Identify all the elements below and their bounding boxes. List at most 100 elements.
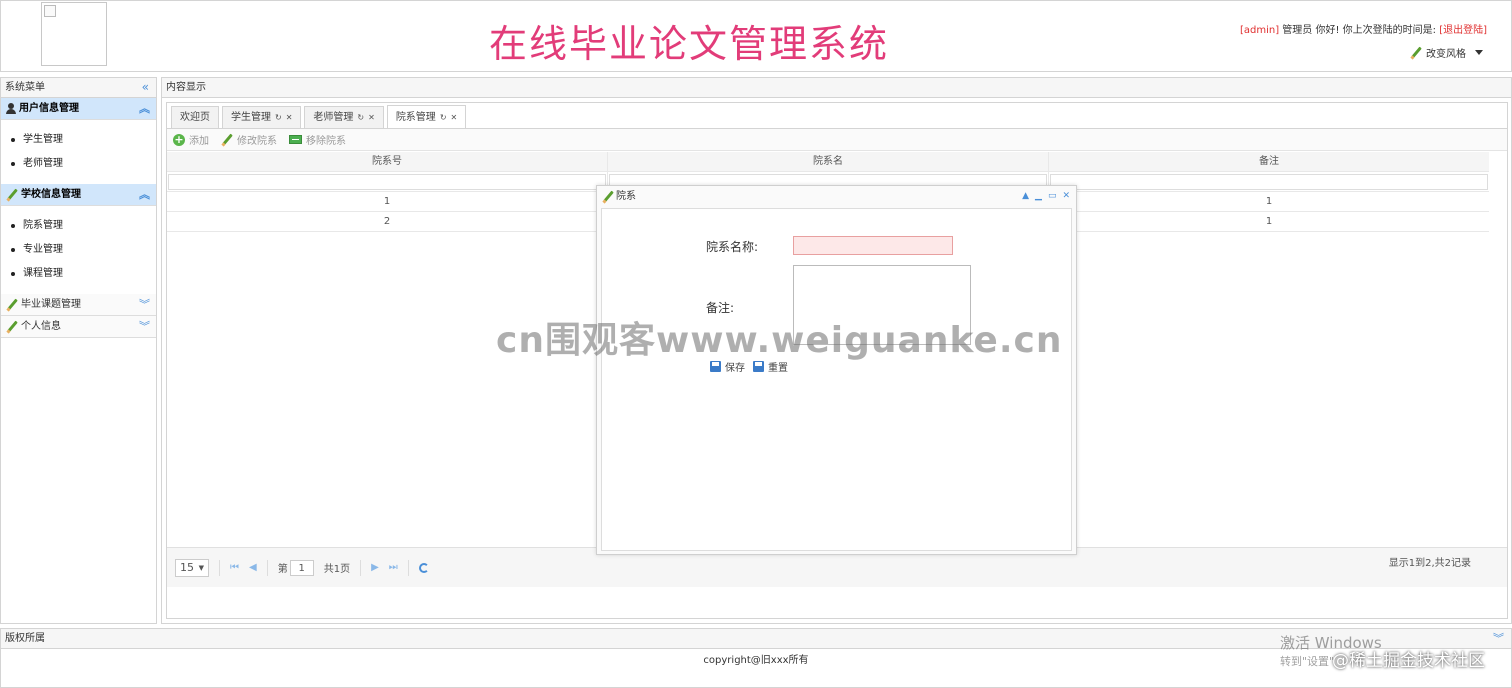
pencil-icon bbox=[6, 321, 18, 333]
header: 在线毕业论文管理系统 [admin] 管理员 你好! 你上次登陆的时间是: [退… bbox=[0, 0, 1512, 72]
dialog-titlebar[interactable]: 院系 ▲ ▁ ▭ ✕ bbox=[597, 186, 1076, 207]
refresh-icon[interactable]: ↻ bbox=[275, 107, 282, 128]
department-name-label: 院系名称: bbox=[706, 240, 759, 254]
department-dialog: 院系 ▲ ▁ ▭ ✕ 院系名称: 备注: 保存 重置 bbox=[596, 185, 1077, 555]
menu-item-course[interactable]: 课程管理 bbox=[1, 262, 156, 286]
column-header[interactable]: 院系名 bbox=[608, 152, 1049, 171]
tab-teacher[interactable]: 老师管理 ↻ ✕ bbox=[304, 106, 384, 128]
page-size-select[interactable]: 15 ▼ bbox=[175, 558, 209, 577]
table-cell: 1 bbox=[1265, 216, 1273, 227]
broken-image-icon bbox=[44, 5, 56, 17]
pencil-icon bbox=[221, 134, 233, 146]
maximize-icon[interactable]: ▭ bbox=[1048, 186, 1057, 207]
table-cell: 1 bbox=[167, 192, 608, 211]
divider bbox=[266, 559, 268, 576]
tab-label: 欢迎页 bbox=[180, 112, 210, 123]
tab-student[interactable]: 学生管理 ↻ ✕ bbox=[222, 106, 302, 128]
app-title: 在线毕业论文管理系统 bbox=[489, 22, 890, 66]
prev-page-icon[interactable]: ◀ bbox=[249, 562, 257, 573]
footer-title: 版权所属 bbox=[5, 633, 45, 644]
pencil-icon bbox=[6, 299, 18, 311]
column-header[interactable]: 备注 bbox=[1049, 152, 1489, 171]
pencil-icon bbox=[602, 191, 614, 203]
content-title: 内容显示 bbox=[166, 82, 206, 93]
accordion-body-user-info: 学生管理 老师管理 bbox=[1, 120, 156, 184]
grid-toolbar: + 添加 修改院系 移除院系 bbox=[167, 129, 1507, 151]
menu-item-department[interactable]: 院系管理 bbox=[1, 214, 156, 238]
change-theme-button[interactable]: 改变风格 bbox=[1410, 45, 1483, 60]
last-page-icon[interactable]: ⏭ bbox=[389, 562, 398, 573]
minimize-icon[interactable]: ▁ bbox=[1035, 186, 1042, 207]
accordion-label: 用户信息管理 bbox=[19, 102, 79, 114]
department-name-input[interactable] bbox=[793, 236, 953, 255]
page-size-value: 15 bbox=[180, 561, 194, 574]
add-label: 添加 bbox=[189, 136, 209, 147]
table-cell: 2 bbox=[167, 212, 608, 231]
add-button[interactable]: + 添加 bbox=[173, 132, 209, 147]
close-icon[interactable]: ✕ bbox=[1062, 186, 1070, 207]
filter-cell bbox=[1049, 172, 1489, 191]
login-greeting: 管理员 你好! 你上次登陆的时间是: bbox=[1279, 25, 1440, 36]
accordion-thesis-topic[interactable]: 毕业课题管理 ︾ bbox=[1, 294, 156, 316]
tab-welcome[interactable]: 欢迎页 bbox=[171, 106, 219, 128]
dialog-title: 院系 bbox=[616, 191, 636, 202]
refresh-icon[interactable] bbox=[418, 562, 429, 573]
close-icon[interactable]: ✕ bbox=[286, 107, 293, 128]
chevron-up-icon[interactable]: ︽ bbox=[139, 98, 150, 120]
pencil-icon bbox=[6, 189, 18, 201]
sidebar-title: 系统菜单 bbox=[5, 82, 45, 93]
windows-activation-subtext: 转到"设置" bbox=[1280, 655, 1335, 668]
tab-label: 院系管理 bbox=[395, 111, 436, 123]
content-header: 内容显示 bbox=[162, 78, 1511, 98]
accordion-school-info[interactable]: 学校信息管理 ︽ bbox=[1, 184, 156, 206]
chevron-down-icon[interactable]: ︾ bbox=[139, 316, 150, 338]
accordion-label: 个人信息 bbox=[21, 320, 61, 332]
edit-department-button[interactable]: 修改院系 bbox=[221, 132, 277, 147]
accordion-personal-info[interactable]: 个人信息 ︾ bbox=[1, 316, 156, 338]
tab-label: 老师管理 bbox=[313, 112, 354, 123]
user-icon bbox=[6, 103, 16, 114]
accordion-label: 学校信息管理 bbox=[21, 188, 81, 200]
chevron-down-icon[interactable]: ︾ bbox=[139, 294, 150, 316]
collapse-left-icon[interactable]: « bbox=[142, 78, 149, 97]
current-user: [admin] bbox=[1239, 25, 1280, 36]
change-theme-label: 改变风格 bbox=[1426, 49, 1466, 60]
tab-department[interactable]: 院系管理 ↻ ✕ bbox=[386, 105, 467, 128]
grid-header-row: 院系号 院系名 备注 bbox=[167, 152, 1489, 172]
juejin-watermark: @稀土掘金技术社区 bbox=[1332, 651, 1485, 671]
remove-label: 移除院系 bbox=[306, 136, 346, 147]
accordion-user-info[interactable]: 用户信息管理 ︽ bbox=[1, 98, 156, 120]
chevron-down-icon[interactable]: ︾ bbox=[1493, 629, 1504, 648]
dialog-body: 院系名称: 备注: 保存 重置 bbox=[601, 208, 1072, 551]
remove-department-button[interactable]: 移除院系 bbox=[289, 132, 346, 147]
collapse-icon[interactable]: ▲ bbox=[1022, 186, 1029, 207]
column-header[interactable]: 院系号 bbox=[167, 152, 608, 171]
filter-input[interactable] bbox=[168, 174, 606, 190]
logout-link[interactable]: [退出登陆] bbox=[1439, 25, 1487, 36]
login-info: [admin] 管理员 你好! 你上次登陆的时间是: [退出登陆] bbox=[1240, 21, 1487, 36]
caret-down-icon: ▼ bbox=[198, 563, 204, 572]
page-number-input[interactable]: 1 bbox=[289, 559, 314, 576]
menu-item-major[interactable]: 专业管理 bbox=[1, 238, 156, 262]
filter-input[interactable] bbox=[1050, 174, 1488, 190]
divider bbox=[407, 559, 409, 576]
close-icon[interactable]: ✕ bbox=[451, 107, 458, 128]
caret-down-icon bbox=[1475, 50, 1483, 55]
accordion-body-school-info: 院系管理 专业管理 课程管理 bbox=[1, 206, 156, 294]
sidebar-header: 系统菜单 « bbox=[1, 78, 156, 98]
accordion-label: 毕业课题管理 bbox=[21, 298, 81, 310]
next-page-icon[interactable]: ▶ bbox=[371, 562, 379, 573]
plus-icon: + bbox=[173, 132, 185, 146]
close-icon[interactable]: ✕ bbox=[368, 107, 375, 128]
chevron-up-icon[interactable]: ︽ bbox=[139, 184, 150, 206]
menu-item-student[interactable]: 学生管理 bbox=[1, 128, 156, 152]
menu-item-teacher[interactable]: 老师管理 bbox=[1, 152, 156, 176]
table-cell: 1 bbox=[1265, 196, 1273, 207]
tab-label: 学生管理 bbox=[231, 112, 271, 123]
filter-cell bbox=[167, 172, 608, 191]
divider bbox=[219, 559, 220, 576]
logo-image bbox=[41, 2, 107, 66]
refresh-icon[interactable]: ↻ bbox=[357, 107, 364, 128]
refresh-icon[interactable]: ↻ bbox=[440, 107, 447, 128]
first-page-icon[interactable]: ⏮ bbox=[230, 562, 239, 573]
